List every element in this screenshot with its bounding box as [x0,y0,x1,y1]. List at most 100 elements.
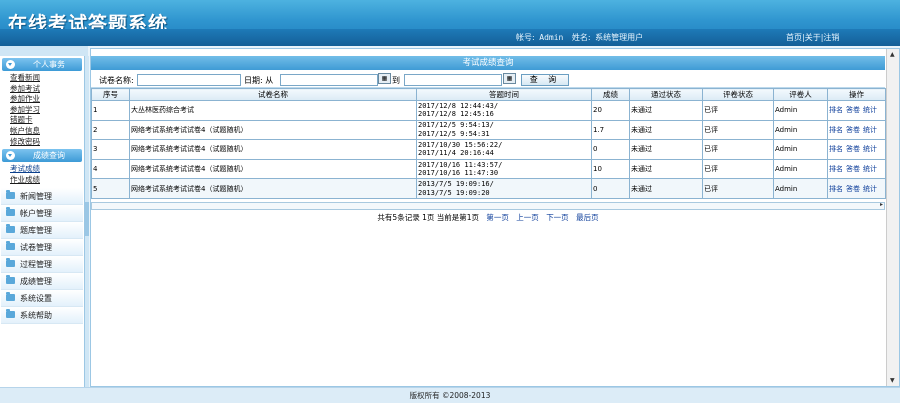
folder-icon [6,258,15,268]
folder-icon [6,275,15,285]
rank-link[interactable]: 排名 [829,106,843,114]
sidebar-item-change-password[interactable]: 修改密码 [0,137,84,148]
sidebar-menu-papers[interactable]: 试卷管理 [1,239,83,257]
sidebar-menu-help[interactable]: 系统帮助 [1,307,83,325]
reviewer: Admin [773,158,828,180]
sidebar-group-personal[interactable]: 个人事务 [2,58,82,71]
answer-time: 2017/12/5 9:54:13/2017/12/5 9:54:31 [416,119,592,141]
answer-time: 2017/12/8 12:44:43/2017/12/8 12:45:16 [416,100,592,121]
answer-sheet-link[interactable]: 答卷 [846,126,860,134]
filter-bar: 试卷名称: 日期: 从 ▦ 到 ▦ 查 询 [91,71,885,88]
pass-status: 未通过 [629,178,703,199]
sidebar-menu-news[interactable]: 新闻管理 [1,188,83,206]
rank-link[interactable]: 排名 [829,126,843,134]
date-from-input[interactable] [280,74,378,86]
sidebar-splitter[interactable] [85,56,89,387]
stats-link[interactable]: 统计 [863,165,877,173]
rank-link[interactable]: 排名 [829,145,843,153]
results-table: 序号 试卷名称 答题时间 成绩 通过状态 评卷状态 评卷人 操作 1 大丛林医药… [91,88,886,199]
sidebar-item-view-news[interactable]: 查看新闻 [0,73,84,84]
answer-time-end: 2017/11/4 20:16:44 [418,149,494,158]
last-page-link[interactable]: 最后页 [576,213,599,222]
prev-page-link[interactable]: 上一页 [516,213,539,222]
score: 1.7 [591,119,630,141]
copyright-text: 版权所有 ©2008-2013 [409,391,491,400]
pass-status: 未通过 [629,139,703,160]
row-number: 1 [91,100,130,121]
first-page-link[interactable]: 第一页 [486,213,509,222]
next-page-link[interactable]: 下一页 [546,213,569,222]
row-actions: 排名 答卷 统计 [827,119,886,141]
answer-sheet-link[interactable]: 答卷 [846,145,860,153]
vertical-scrollbar[interactable]: ▲ ▼ [886,49,899,386]
answer-sheet-link[interactable]: 答卷 [846,106,860,114]
folder-icon [6,241,15,251]
stats-link[interactable]: 统计 [863,126,877,134]
sidebar-item-exam-scores[interactable]: 考试成绩 [0,164,84,175]
top-links-text[interactable]: 首页|关于|注销 [786,33,839,42]
sidebar-collapse-handle[interactable] [85,202,89,236]
scroll-up-icon[interactable]: ▲ [890,51,895,58]
stats-link[interactable]: 统计 [863,145,877,153]
sidebar-menu-process[interactable]: 过程管理 [1,256,83,274]
row-actions: 排名 答卷 统计 [827,100,886,121]
chevron-down-icon [6,60,15,69]
row-number: 3 [91,139,130,160]
sidebar-item-homework-scores[interactable]: 作业成绩 [0,175,84,186]
sidebar-item-account-info[interactable]: 帐户信息 [0,126,84,137]
answer-time: 2017/10/30 15:56:22/2017/11/4 20:16:44 [416,139,592,160]
sidebar-group-grades[interactable]: 成绩查询 [2,149,82,163]
answer-time: 2017/10/16 11:43:57/2017/10/16 11:47:30 [416,158,592,180]
scroll-right-icon[interactable]: ▸ [880,201,883,208]
row-actions: 排名 答卷 统计 [827,178,886,199]
table-row: 1 大丛林医药综合考试 2017/12/8 12:44:43/2017/12/8… [91,100,886,121]
stats-link[interactable]: 统计 [863,106,877,114]
sidebar-menu-accounts[interactable]: 帐户管理 [1,205,83,223]
left-gap [0,46,88,56]
folder-icon [6,224,15,234]
table-row: 3 网络考试系统考试试卷4（试题随机） 2017/10/30 15:56:22/… [91,139,886,160]
column-header: 答题时间 [416,88,592,101]
calendar-icon[interactable]: ▦ [503,73,516,84]
pass-status: 未通过 [629,100,703,121]
stats-link[interactable]: 统计 [863,185,877,193]
review-status: 已评 [702,158,774,180]
paper-name-input[interactable] [137,74,241,86]
folder-icon [6,207,15,217]
paper-name: 网络考试系统考试试卷4（试题随机） [129,139,417,160]
group-title: 成绩查询 [33,151,65,161]
folder-icon [6,190,15,200]
rank-link[interactable]: 排名 [829,165,843,173]
answer-time-start: 2017/12/8 12:44:43/ [418,101,499,110]
paper-name: 网络考试系统考试试卷4（试题随机） [129,178,417,199]
rank-link[interactable]: 排名 [829,185,843,193]
date-to-input[interactable] [404,74,502,86]
sidebar-item-take-exam[interactable]: 参加考试 [0,84,84,95]
folder-icon [6,292,15,302]
column-header: 成绩 [591,88,630,101]
answer-sheet-link[interactable]: 答卷 [846,185,860,193]
calendar-icon[interactable]: ▦ [378,73,391,84]
answer-time-start: 2017/12/5 9:54:13/ [418,121,494,130]
score: 20 [591,100,630,121]
top-links[interactable]: 首页|关于|注销 [786,32,839,43]
answer-time-end: 2017/12/8 12:45:16 [418,110,494,119]
horizontal-scrollbar[interactable]: ▸ [91,201,885,210]
row-number: 4 [91,158,130,180]
group-title: 个人事务 [33,60,65,69]
menu-label: 系统设置 [20,294,52,304]
scroll-down-icon[interactable]: ▼ [890,377,895,384]
sidebar-menu-grades[interactable]: 成绩管理 [1,273,83,291]
sidebar-item-wrong-answers[interactable]: 错题卡 [0,115,84,126]
sidebar-menu-settings[interactable]: 系统设置 [1,290,83,308]
pass-status: 未通过 [629,119,703,141]
sidebar-item-do-homework[interactable]: 参加作业 [0,94,84,105]
app-header: 在线考试答题系统 帐号: Admin 姓名: 系统管理用户 首页|关于|注销 [0,0,900,46]
answer-sheet-link[interactable]: 答卷 [846,165,860,173]
menu-label: 系统帮助 [20,311,52,321]
query-button[interactable]: 查 询 [521,74,569,86]
panel-title: 考试成绩查询 [91,56,885,70]
date-to-label: 到 [392,76,400,85]
sidebar-item-study[interactable]: 参加学习 [0,105,84,116]
sidebar-menu-question-bank[interactable]: 题库管理 [1,222,83,240]
